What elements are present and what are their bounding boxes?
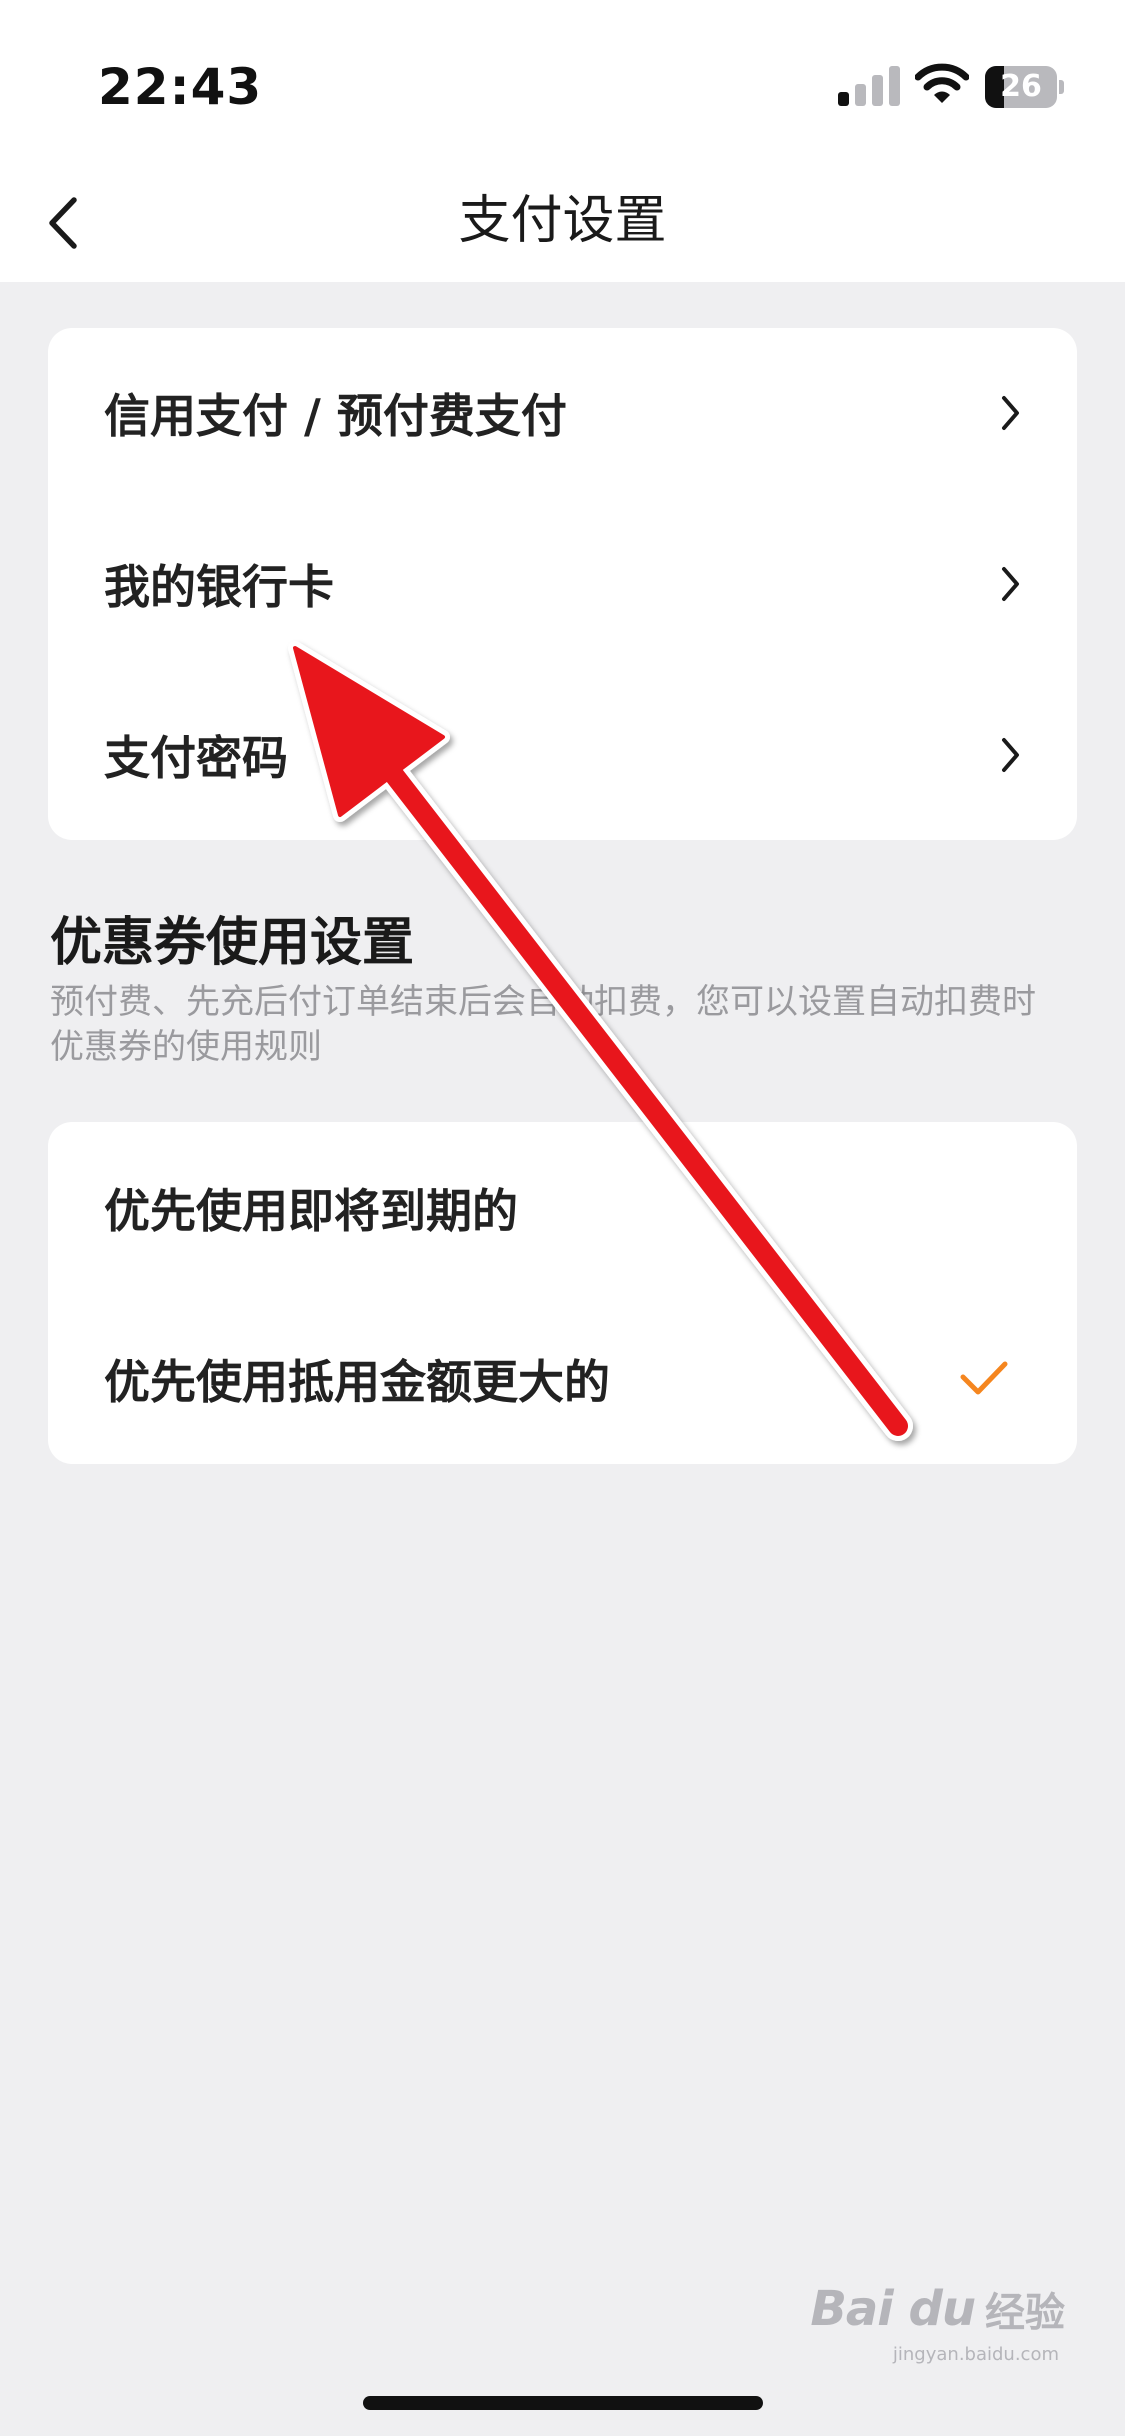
my-bank-card-label: 我的银行卡 bbox=[104, 559, 334, 614]
battery-level: 26 bbox=[1000, 69, 1042, 104]
page-title: 支付设置 bbox=[458, 191, 667, 251]
wifi-icon bbox=[915, 63, 969, 103]
payment-password-label: 支付密码 bbox=[104, 730, 288, 785]
coupon-option-largest-amount[interactable]: 优先使用抵用金额更大的 bbox=[48, 1293, 1077, 1464]
chevron-right-icon bbox=[1002, 737, 1019, 772]
coupon-option-label: 优先使用抵用金额更大的 bbox=[104, 1354, 610, 1409]
chevron-left-icon bbox=[49, 197, 77, 249]
coupon-option-label: 优先使用即将到期的 bbox=[104, 1183, 518, 1238]
credit-prepaid-payment-label: 信用支付 / 预付费支付 bbox=[104, 389, 567, 443]
cellular-signal-icon bbox=[838, 66, 900, 106]
coupon-settings-card: 优先使用即将到期的 优先使用抵用金额更大的 bbox=[48, 1122, 1077, 1464]
watermark-logo: Bai du bbox=[810, 2281, 976, 2337]
payment-settings-card: 信用支付 / 预付费支付 我的银行卡 支付密码 bbox=[48, 328, 1077, 840]
credit-prepaid-payment-row[interactable]: 信用支付 / 预付费支付 bbox=[48, 328, 1077, 498]
battery-icon: 26 bbox=[985, 66, 1065, 108]
status-bar: 22:43 26 bbox=[0, 0, 1125, 160]
checkmark-icon bbox=[960, 1361, 1008, 1394]
chevron-right-icon bbox=[1002, 396, 1019, 430]
navigation-bar: 支付设置 bbox=[0, 160, 1125, 282]
my-bank-card-row[interactable]: 我的银行卡 bbox=[48, 498, 1077, 669]
back-button[interactable] bbox=[34, 184, 110, 260]
coupon-option-expiring-first[interactable]: 优先使用即将到期的 bbox=[48, 1122, 1077, 1293]
coupon-settings-description: 预付费、先充后付订单结束后会自动扣费，您可以设置自动扣费时优惠券的使用规则 bbox=[50, 982, 1036, 1067]
coupon-settings-title: 优惠券使用设置 bbox=[50, 913, 415, 973]
payment-password-row[interactable]: 支付密码 bbox=[48, 669, 1077, 840]
status-time: 22:43 bbox=[98, 58, 263, 116]
watermark-text: 经验 bbox=[985, 2290, 1065, 2336]
watermark: Bai du 经验 bbox=[810, 2280, 1065, 2338]
home-indicator bbox=[363, 2396, 763, 2410]
watermark-url: jingyan.baidu.com bbox=[892, 2344, 1059, 2365]
chevron-right-icon bbox=[1002, 566, 1019, 601]
